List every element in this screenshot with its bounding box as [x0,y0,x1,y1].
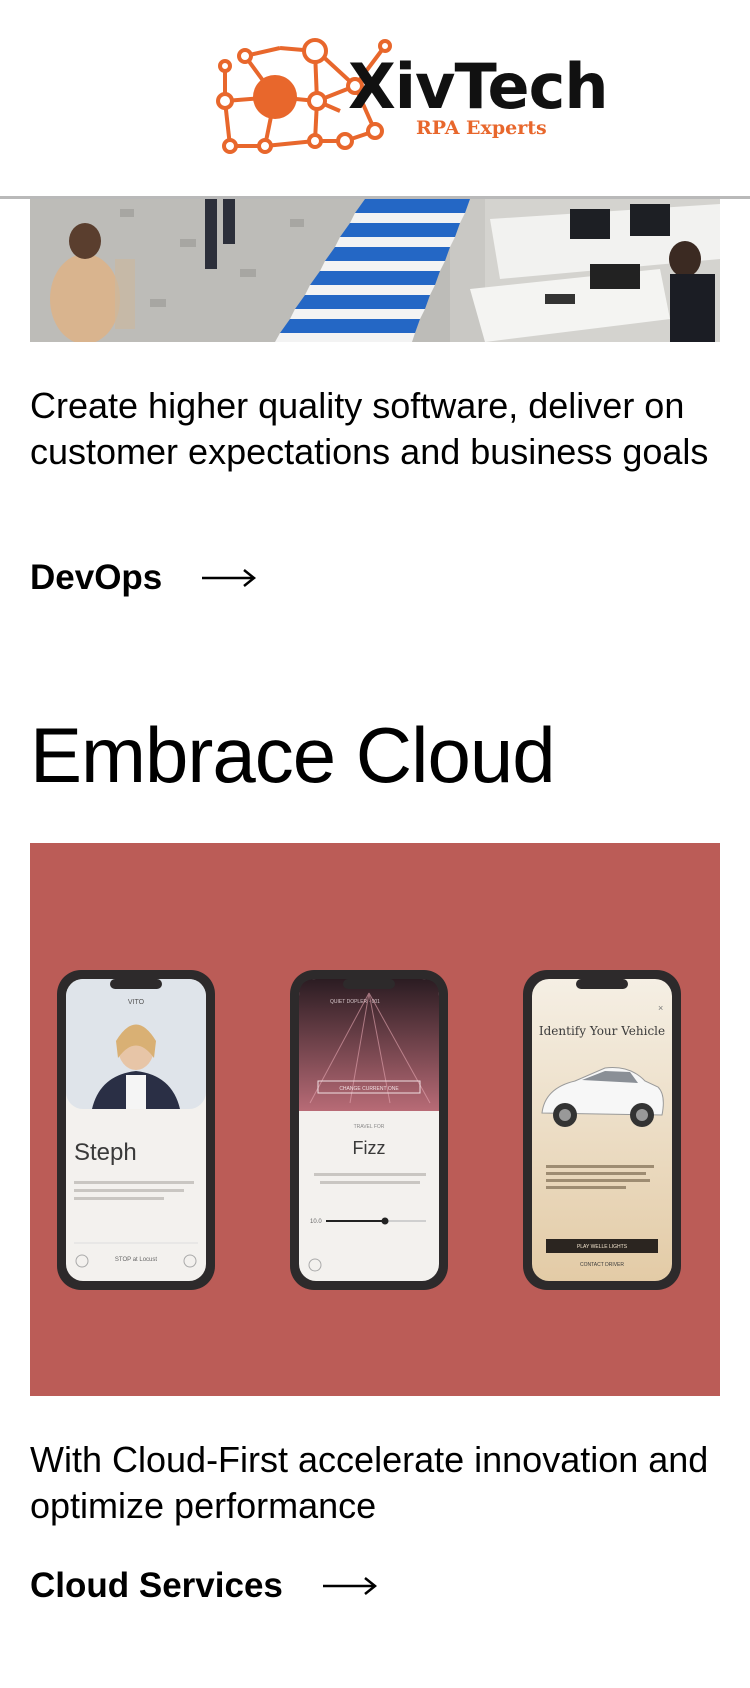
devops-description: Create higher quality software, deliver … [30,385,709,472]
cloud-services-link[interactable]: Cloud Services [30,1566,377,1606]
phone-mockup-2: QUIET DOPLER · 001 CHANGE CURRENT ONE TR… [290,970,448,1290]
phone1-header: VITO [128,999,145,1006]
site-header: XivTech RPA Experts [0,0,750,199]
phone3-button: PLAY WELLE LIGHTS [577,1244,628,1250]
svg-text:×: × [658,1003,663,1013]
phone-mockup-3: × Identify Your Vehicle PLAY WELLE LIGHT… [523,970,681,1290]
phone3-secondary: CONTACT DRIVER [580,1262,624,1268]
arrow-right-icon [322,1577,377,1595]
cloud-services-link-label: Cloud Services [30,1566,283,1605]
phone2-subtitle: TRAVEL FOR [354,1124,385,1130]
phone3-title: Identify Your Vehicle [539,1024,665,1038]
cloud-apps-image: VITO Steph STOP at Locust QUIET DOPLER ·… [30,843,720,1396]
cloud-description: With Cloud-First accelerate innovation a… [30,1439,709,1526]
phone1-footer: STOP at Locust [115,1257,157,1263]
brand-name: XivTech [348,50,608,123]
phone2-title: Fizz [353,1138,386,1158]
devops-link-label: DevOps [30,558,163,597]
devops-office-image [30,199,720,342]
phone-mockup-1: VITO Steph STOP at Locust [57,970,215,1290]
devops-link[interactable]: DevOps [30,558,257,598]
arrow-right-icon [202,569,257,587]
phone2-button: CHANGE CURRENT ONE [339,1086,399,1092]
phone1-title: Steph [74,1139,137,1166]
section-heading-embrace-cloud: Embrace Cloud [30,711,556,799]
brand-tagline: RPA Experts [416,117,547,139]
phone2-value: 10.0 [310,1219,322,1225]
